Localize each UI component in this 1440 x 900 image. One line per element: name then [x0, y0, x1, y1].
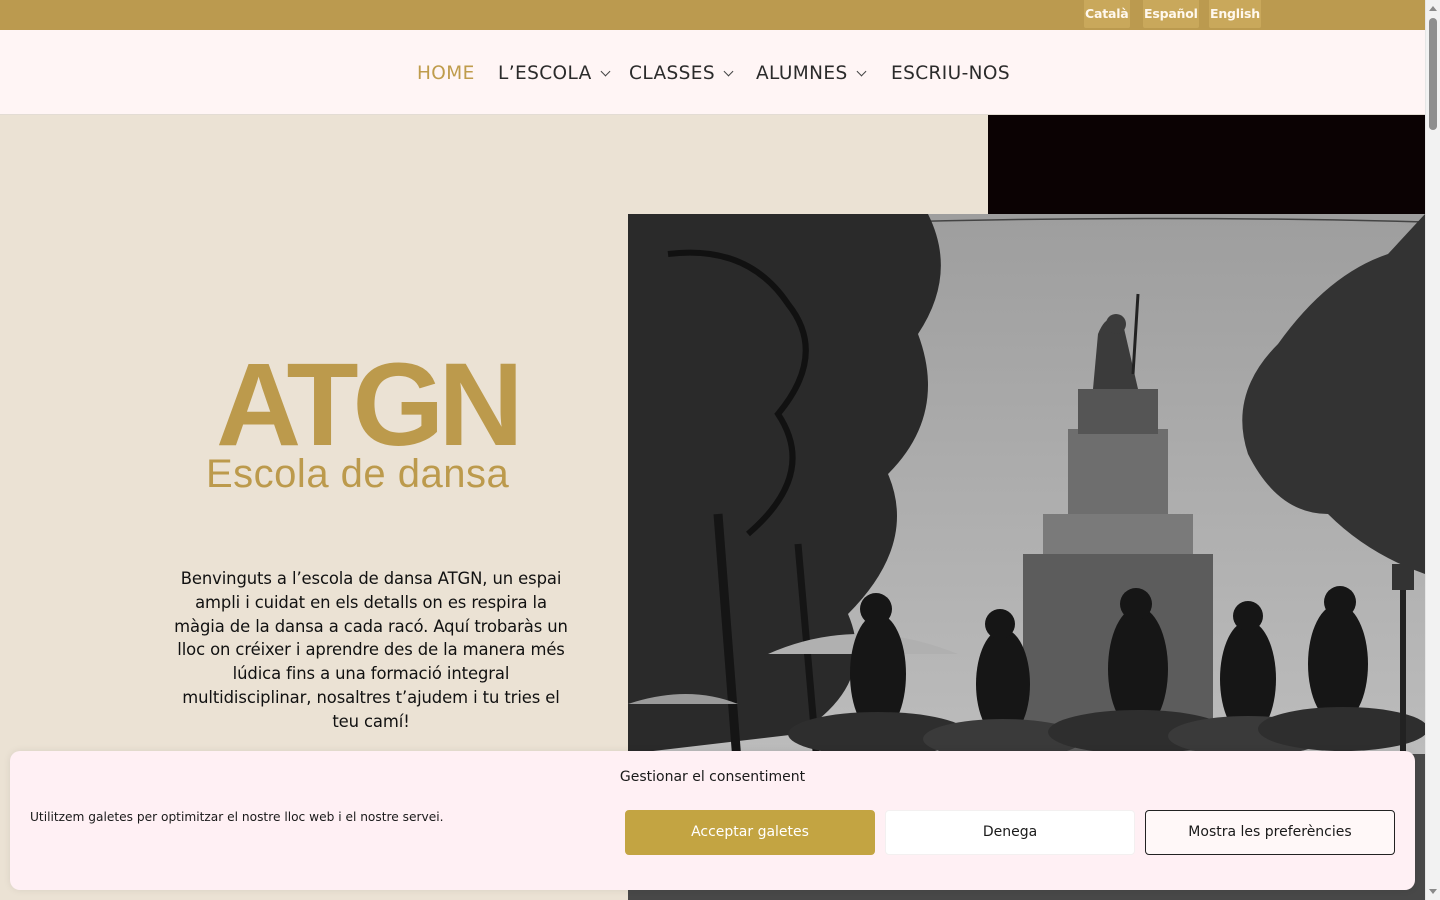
- lang-english-link[interactable]: English: [1209, 0, 1261, 28]
- nav-item-label: ESCRIU-NOS: [891, 63, 1011, 84]
- cookie-consent-banner: Gestionar el consentiment Utilitzem gale…: [10, 751, 1415, 890]
- decorative-black-block: [988, 115, 1425, 215]
- scroll-down-arrow-icon[interactable]: [1429, 889, 1437, 894]
- accept-cookies-button[interactable]: Acceptar galetes: [625, 810, 875, 855]
- nav-item-escola[interactable]: L’ESCOLA: [498, 63, 611, 84]
- chevron-down-icon: [600, 66, 611, 77]
- lang-espanol-link[interactable]: Español: [1143, 0, 1199, 28]
- intro-paragraph: Benvinguts a l’escola de dansa ATGN, un …: [174, 569, 568, 731]
- nav-item-label: L’ESCOLA: [498, 63, 592, 84]
- nav-item-label: HOME: [417, 63, 475, 84]
- chevron-down-icon: [856, 66, 867, 77]
- lang-catala-link[interactable]: Català: [1084, 0, 1130, 28]
- deny-cookies-button[interactable]: Denega: [885, 810, 1135, 855]
- scroll-up-arrow-icon[interactable]: [1429, 6, 1437, 11]
- page-scrollbar[interactable]: [1425, 0, 1440, 900]
- logo-main-text: ATGN: [216, 339, 524, 471]
- nav-item-escriu-nos[interactable]: ESCRIU-NOS: [891, 63, 1010, 84]
- chevron-down-icon: [723, 66, 734, 77]
- nav-item-label: CLASSES: [629, 63, 716, 84]
- scrollbar-thumb[interactable]: [1429, 18, 1437, 130]
- nav-item-home[interactable]: HOME: [417, 63, 475, 84]
- consent-title: Gestionar el consentiment: [619, 769, 806, 785]
- logo-subtitle: Escola de dansa: [206, 452, 510, 496]
- show-preferences-button[interactable]: Mostra les preferències: [1145, 810, 1395, 855]
- consent-message: Utilitzem galetes per optimitzar el nost…: [30, 810, 444, 824]
- nav-item-classes[interactable]: CLASSES: [629, 63, 734, 84]
- main-nav: HOME L’ESCOLA CLASSES ALUMNES ESCRIU-NOS: [0, 30, 1425, 115]
- nav-item-label: ALUMNES: [756, 63, 848, 84]
- atgn-logo: ATGN Escola de dansa: [186, 346, 546, 500]
- language-bar: Català Español English: [0, 0, 1425, 30]
- nav-item-alumnes[interactable]: ALUMNES: [756, 63, 867, 84]
